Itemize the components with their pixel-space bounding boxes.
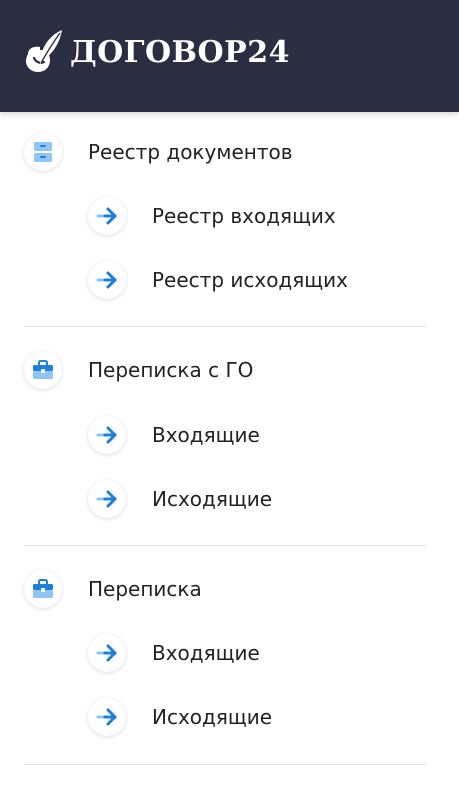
menu-group-correspondence[interactable]: Переписка xyxy=(24,569,202,609)
section-divider xyxy=(24,764,426,765)
filing-cabinet-icon xyxy=(24,133,62,171)
app-header: ДОГОВОР24 xyxy=(0,0,459,112)
menu-item-label: Исходящие xyxy=(152,487,273,511)
menu-item-label: Исходящие xyxy=(152,705,273,729)
menu-item-incoming[interactable]: Входящие xyxy=(88,633,260,673)
feather-ink-logo-icon xyxy=(26,30,62,72)
briefcase-icon xyxy=(24,570,62,608)
menu-group-label: Реестр документов xyxy=(88,140,293,164)
arrow-right-icon xyxy=(88,416,126,454)
menu-section-correspondence: Переписка Входящие Исходящие xyxy=(0,550,459,769)
section-divider xyxy=(24,326,426,327)
briefcase-icon xyxy=(24,351,62,389)
menu-group-label: Переписка xyxy=(88,577,202,601)
menu-item-outgoing-registry[interactable]: Реестр исходящих xyxy=(88,260,348,300)
menu-item-label: Реестр входящих xyxy=(152,204,336,228)
arrow-right-icon xyxy=(88,197,126,235)
menu-group-correspondence-ho[interactable]: Переписка с ГО xyxy=(24,350,253,390)
menu-item-outgoing[interactable]: Исходящие xyxy=(88,697,272,737)
menu-item-label: Входящие xyxy=(152,641,260,665)
brand-name: ДОГОВОР24 xyxy=(70,35,290,70)
menu-section-correspondence-ho: Переписка с ГО Входящие Исходящие xyxy=(0,331,459,550)
arrow-right-icon xyxy=(88,698,126,736)
arrow-right-icon xyxy=(88,261,126,299)
menu-group-label: Переписка с ГО xyxy=(88,358,254,382)
section-divider xyxy=(24,545,426,546)
arrow-right-icon xyxy=(88,634,126,672)
brand[interactable]: ДОГОВОР24 xyxy=(22,26,290,76)
arrow-right-icon xyxy=(88,480,126,518)
menu-item-incoming-registry[interactable]: Реестр входящих xyxy=(88,196,336,236)
menu-item-outgoing-ho[interactable]: Исходящие xyxy=(88,479,272,519)
navigation-menu: Реестр документов Реестр входящих Реестр… xyxy=(0,112,459,769)
menu-section-documents-registry: Реестр документов Реестр входящих Реестр… xyxy=(0,112,459,331)
menu-group-documents-registry[interactable]: Реестр документов xyxy=(24,132,293,172)
menu-item-label: Входящие xyxy=(152,423,260,447)
menu-item-label: Реестр исходящих xyxy=(152,268,348,292)
menu-item-incoming-ho[interactable]: Входящие xyxy=(88,415,260,455)
